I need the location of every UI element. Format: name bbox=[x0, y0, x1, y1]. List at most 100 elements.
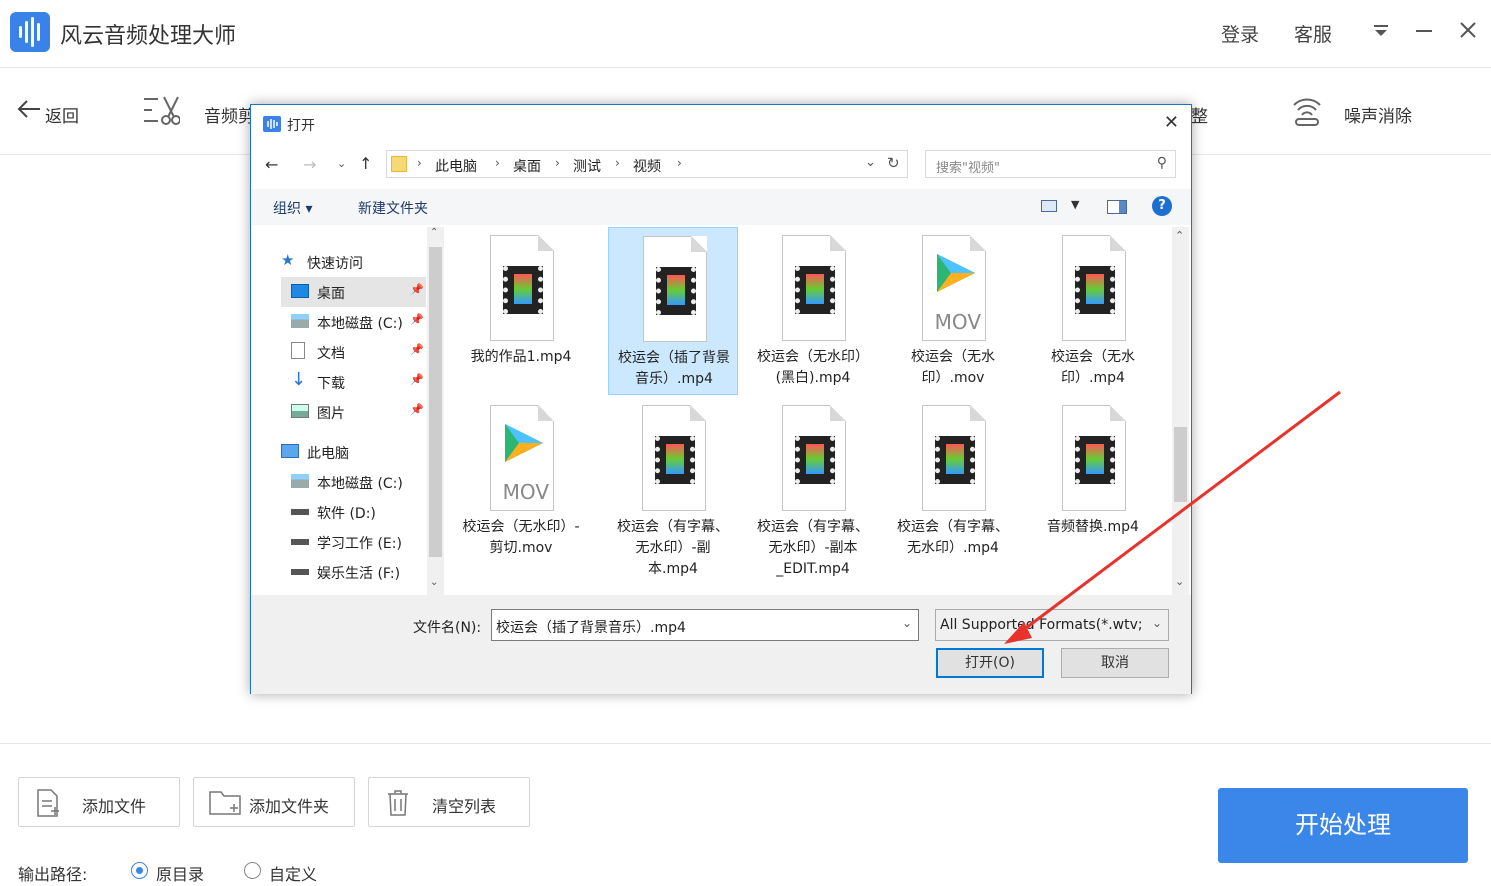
file-tile[interactable]: 校运会（有字幕、无水印）-副本.mp4 bbox=[608, 397, 738, 577]
filetype-select[interactable]: All Supported Formats(*.wtv; ⌄ bbox=[935, 609, 1169, 641]
file-tile[interactable]: 校运会（有字幕、无水印）.mp4 bbox=[888, 397, 1018, 565]
breadcrumb-test[interactable]: 测试 bbox=[573, 156, 601, 176]
add-folder-button[interactable]: 添加文件夹 bbox=[193, 777, 355, 827]
filename-input[interactable]: 校运会（插了背景音乐）.mp4 ⌄ bbox=[491, 609, 919, 641]
file-scrollbar[interactable]: ⌃ ⌄ bbox=[1172, 227, 1189, 595]
file-tile[interactable]: 校运会（无水印）(黑白).mp4 bbox=[748, 227, 878, 395]
mov-badge: MOV bbox=[934, 310, 981, 334]
nav-drive-e[interactable]: 学习工作 (E:) bbox=[281, 527, 426, 557]
minimize-icon[interactable] bbox=[1415, 20, 1433, 44]
pin-icon[interactable]: 📌 bbox=[410, 403, 424, 416]
breadcrumb-video[interactable]: 视频 bbox=[633, 156, 661, 176]
nav-back-icon[interactable]: ← bbox=[265, 155, 278, 174]
file-tile[interactable]: 音频替换.mp4 bbox=[1028, 397, 1158, 565]
nav-drive-c[interactable]: 本地磁盘 (C:) bbox=[281, 467, 426, 497]
open-file-dialog: 打开 ✕ ← → ⌄ ↑ › 此电脑 › 桌面 › 测试 › 视频 › ⌄ ↻ … bbox=[250, 104, 1192, 694]
nav-quick-access[interactable]: ★ 快速访问 bbox=[271, 247, 416, 277]
nav-up-icon[interactable]: ↑ bbox=[359, 154, 372, 173]
nav-drive-d-label: 软件 (D:) bbox=[317, 506, 376, 522]
scroll-down-icon[interactable]: ⌄ bbox=[1175, 575, 1184, 588]
trash-icon bbox=[388, 790, 408, 816]
file-tile[interactable]: MOV 校运会（无水印）.mov bbox=[888, 227, 1018, 395]
organize-menu[interactable]: 组织 ▾ bbox=[273, 198, 312, 218]
nav-documents[interactable]: 文档 📌 bbox=[281, 337, 426, 367]
nav-forward-icon[interactable]: → bbox=[303, 155, 316, 174]
file-tile[interactable]: 校运会（无水印）.mp4 bbox=[1028, 227, 1158, 395]
file-name: 校运会（有字幕、无水印）.mp4 bbox=[897, 519, 1009, 556]
refresh-icon[interactable]: ↻ bbox=[887, 154, 900, 172]
file-scroll-thumb[interactable] bbox=[1174, 427, 1187, 502]
bottom-divider bbox=[0, 743, 1491, 744]
close-icon[interactable] bbox=[1459, 20, 1477, 44]
address-bar[interactable]: › 此电脑 › 桌面 › 测试 › 视频 › ⌄ ↻ bbox=[386, 150, 908, 178]
file-name: 音频替换.mp4 bbox=[1047, 519, 1139, 535]
file-name: 校运会（有字幕、无水印）-副本_EDIT.mp4 bbox=[757, 519, 869, 577]
login-link[interactable]: 登录 bbox=[1221, 20, 1259, 47]
nav-desktop[interactable]: 桌面 📌 bbox=[281, 277, 426, 307]
file-tile[interactable]: 校运会（插了背景音乐）.mp4 bbox=[608, 227, 738, 395]
nav-pictures[interactable]: 图片 📌 bbox=[281, 397, 426, 427]
dialog-footer: 文件名(N): 校运会（插了背景音乐）.mp4 ⌄ All Supported … bbox=[251, 595, 1191, 694]
back-arrow-icon[interactable] bbox=[16, 99, 42, 123]
video-file-icon bbox=[642, 405, 706, 511]
address-dropdown-icon[interactable]: ⌄ bbox=[865, 155, 876, 170]
file-name: 校运会（有字幕、无水印）-副本.mp4 bbox=[617, 519, 729, 577]
nav-drive-d[interactable]: 软件 (D:) bbox=[281, 497, 426, 527]
breadcrumb-desktop[interactable]: 桌面 bbox=[513, 156, 541, 176]
radio-custom-dir[interactable] bbox=[244, 862, 261, 879]
breadcrumb-this-pc[interactable]: 此电脑 bbox=[435, 156, 477, 176]
pin-icon[interactable]: 📌 bbox=[410, 283, 424, 296]
file-tile[interactable]: MOV 校运会（无水印）-剪切.mov bbox=[456, 397, 586, 565]
view-dropdown-icon[interactable]: ▼ bbox=[1071, 198, 1079, 211]
nav-this-pc[interactable]: 此电脑 bbox=[271, 437, 416, 467]
scroll-down-icon[interactable]: ⌄ bbox=[430, 577, 438, 588]
app-titlebar: 风云音频处理大师 登录 客服 bbox=[0, 0, 1491, 68]
add-folder-icon bbox=[209, 791, 241, 815]
file-tile[interactable]: 我的作品1.mp4 bbox=[456, 227, 586, 395]
new-folder-button[interactable]: 新建文件夹 bbox=[358, 198, 428, 218]
file-name: 校运会（无水印）.mp4 bbox=[1051, 349, 1135, 386]
help-icon[interactable]: ? bbox=[1152, 196, 1172, 216]
noise-removal-icon[interactable] bbox=[1290, 93, 1324, 131]
noise-removal-button[interactable]: 噪声消除 bbox=[1344, 102, 1412, 127]
nav-scrollbar[interactable]: ⌃ ⌄ bbox=[427, 227, 444, 595]
scroll-up-icon[interactable]: ⌃ bbox=[1175, 229, 1184, 242]
pin-icon[interactable]: 📌 bbox=[410, 373, 424, 386]
filename-value: 校运会（插了背景音乐）.mp4 bbox=[496, 620, 686, 636]
start-processing-button[interactable]: 开始处理 bbox=[1218, 788, 1468, 863]
customer-service-link[interactable]: 客服 bbox=[1294, 20, 1332, 47]
file-name: 我的作品1.mp4 bbox=[470, 349, 572, 365]
film-strip-icon bbox=[503, 266, 543, 314]
filetype-dropdown-icon[interactable]: ⌄ bbox=[1151, 616, 1162, 630]
radio-original-dir[interactable] bbox=[131, 862, 148, 879]
play-logo-icon bbox=[937, 254, 975, 292]
cancel-button[interactable]: 取消 bbox=[1061, 648, 1169, 678]
file-tile[interactable]: 校运会（有字幕、无水印）-副本_EDIT.mp4 bbox=[748, 397, 878, 577]
nav-pictures-label: 图片 bbox=[317, 406, 345, 422]
dialog-title: 打开 bbox=[287, 118, 315, 134]
command-bar: 组织 ▾ 新建文件夹 ▼ ? bbox=[251, 189, 1191, 225]
search-input[interactable]: 搜索"视频" ⚲ bbox=[925, 150, 1176, 178]
pin-icon[interactable]: 📌 bbox=[410, 343, 424, 356]
back-button[interactable]: 返回 bbox=[45, 102, 79, 127]
open-button[interactable]: 打开(O) bbox=[936, 648, 1044, 678]
nav-local-disk-c[interactable]: 本地磁盘 (C:) 📌 bbox=[281, 307, 426, 337]
recent-locations-icon[interactable]: ⌄ bbox=[337, 157, 346, 170]
add-file-button[interactable]: 添加文件 bbox=[18, 777, 180, 827]
pin-icon[interactable]: 📌 bbox=[410, 313, 424, 326]
dialog-close-icon[interactable]: ✕ bbox=[1164, 112, 1179, 133]
preview-pane-icon[interactable] bbox=[1107, 200, 1127, 214]
video-file-icon bbox=[643, 236, 707, 342]
nav-scroll-thumb[interactable] bbox=[429, 247, 442, 557]
scroll-up-icon[interactable]: ⌃ bbox=[430, 227, 438, 238]
clear-list-button[interactable]: 清空列表 bbox=[368, 777, 530, 827]
audio-cut-button[interactable]: 音频剪 bbox=[204, 102, 255, 127]
view-options-icon[interactable] bbox=[1041, 200, 1057, 212]
video-file-icon bbox=[782, 405, 846, 511]
dropdown-menu-icon[interactable] bbox=[1373, 20, 1389, 44]
filename-dropdown-icon[interactable]: ⌄ bbox=[902, 616, 912, 630]
filetype-value: All Supported Formats(*.wtv; bbox=[940, 617, 1143, 633]
nav-drive-f[interactable]: 娱乐生活 (F:) bbox=[281, 557, 426, 587]
audio-cut-icon[interactable] bbox=[142, 93, 181, 131]
nav-downloads[interactable]: ↓ 下载 📌 bbox=[281, 367, 426, 397]
